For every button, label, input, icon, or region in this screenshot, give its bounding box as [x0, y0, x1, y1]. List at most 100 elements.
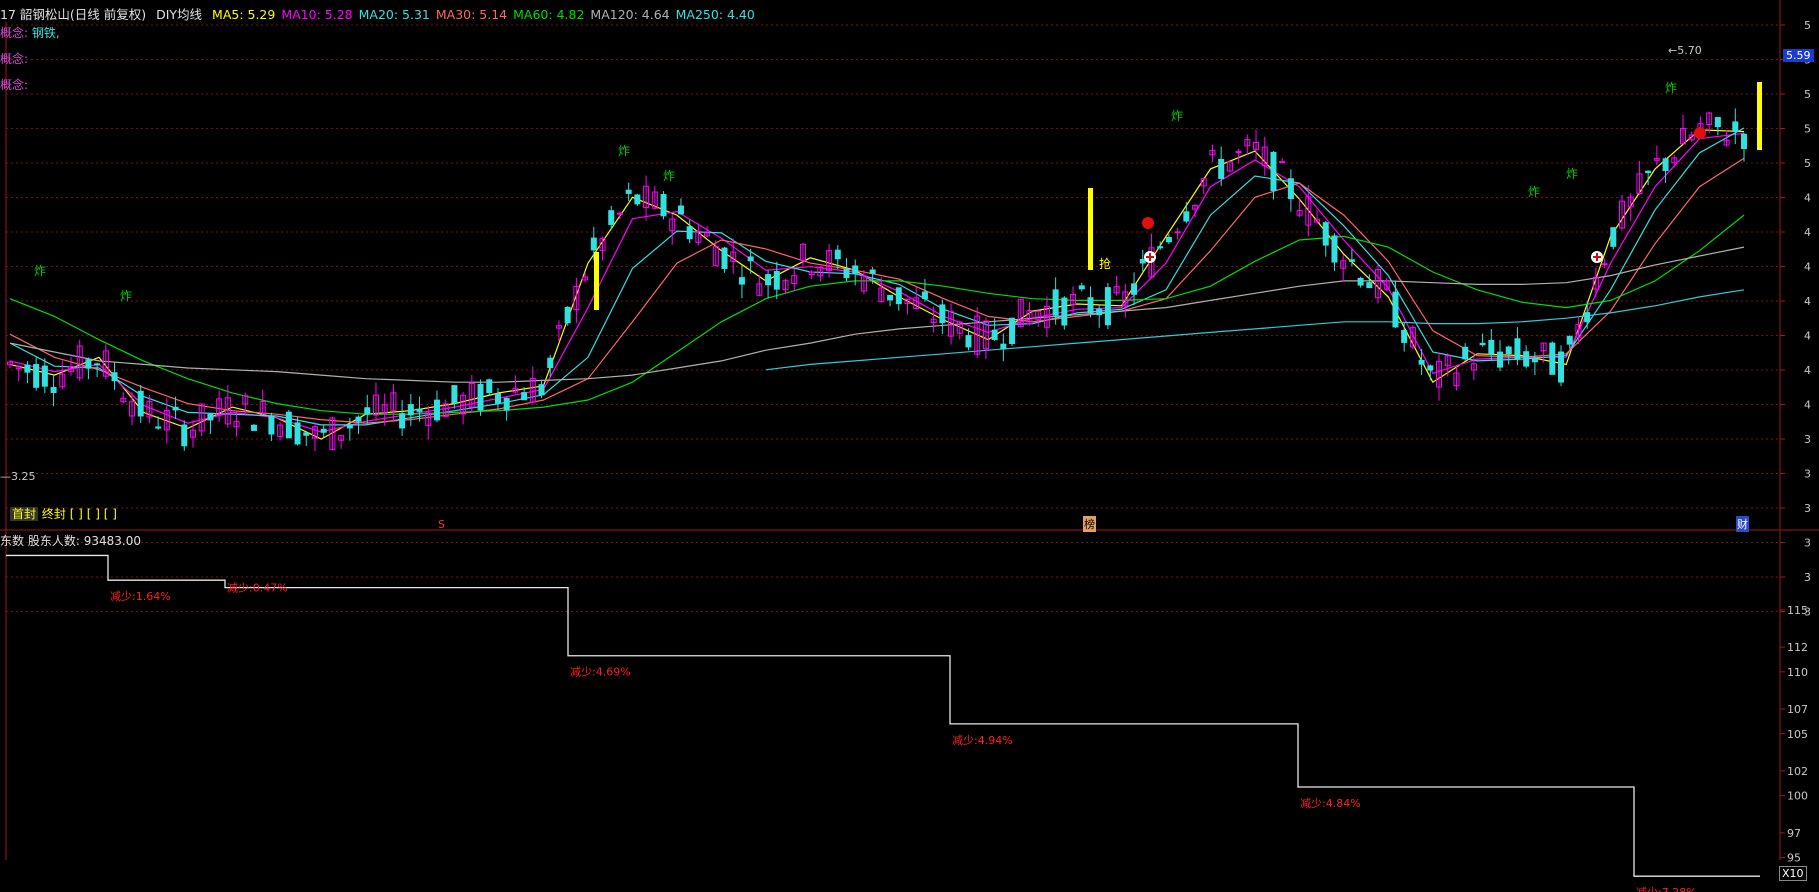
candle-body [991, 329, 998, 340]
candle-body [590, 237, 597, 251]
stock-chart-window: 555554444444333333炸炸炸炸炸炸炸炸抢1151121101071… [0, 0, 1819, 892]
first-seal-label: 首封 [10, 507, 39, 521]
signal-zha: 炸 [1528, 185, 1540, 199]
price-tick-label: 3 [1804, 468, 1811, 481]
candle-body [1427, 365, 1434, 371]
candle-body [538, 384, 545, 396]
candle-body [41, 365, 48, 387]
candle-body [1009, 317, 1016, 345]
candle-body [660, 194, 667, 217]
candle-body [399, 413, 406, 429]
signal-zha: 炸 [618, 144, 630, 158]
ma-line-ma20 [9, 127, 1745, 426]
signal-zha: 炸 [1665, 81, 1677, 95]
candle-body [285, 411, 292, 439]
sub-tick-label: 100 [1787, 790, 1808, 803]
shareholder-step-line [6, 554, 1760, 877]
candle-body [887, 294, 894, 301]
candle-body [921, 291, 928, 300]
signal-qiang: 抢 [1099, 256, 1111, 271]
final-seal-label: 终封 [41, 507, 66, 521]
candle-body [564, 306, 571, 324]
signal-zha: 炸 [34, 264, 46, 278]
candle-body [250, 424, 257, 431]
candle-body [407, 404, 414, 416]
candle-body [625, 189, 632, 194]
limit-up-bar [594, 252, 599, 310]
candle-body [1479, 342, 1486, 346]
candle-body [1218, 158, 1225, 179]
candle-body [1366, 282, 1373, 289]
candle-body [137, 390, 144, 417]
signal-zha: 炸 [120, 289, 132, 303]
scale-badge[interactable]: X10 [1779, 866, 1807, 881]
ma-line-ma250 [765, 289, 1745, 371]
shareholder-change-label: 减少:1.64% [110, 590, 171, 603]
ma-line-ma120 [9, 246, 1745, 383]
concept-value[interactable]: 钢铁, [32, 26, 60, 40]
candle-body [843, 268, 850, 279]
stock-title[interactable]: 17 韶钢松山(日线 前复权) [0, 7, 146, 22]
ma-line-ma10 [9, 132, 1745, 433]
price-tick-label: 3 [1804, 571, 1811, 584]
candle-body [773, 270, 780, 290]
price-tick-label: 4 [1804, 330, 1811, 343]
candle-body [1514, 338, 1521, 360]
ma-legend-item: MA250: 4.40 [675, 7, 755, 22]
candle-body [1235, 151, 1242, 154]
candle-body [50, 387, 57, 393]
candle-body [1714, 117, 1721, 128]
candle-body [503, 397, 510, 411]
candle-body [1392, 291, 1399, 328]
candle-body [303, 432, 310, 436]
candle-body [181, 424, 188, 447]
current-price-badge: 5.59 [1783, 49, 1814, 62]
candle-body [547, 357, 554, 369]
price-tick-label: 4 [1804, 364, 1811, 377]
ma-legend-item: MA120: 4.64 [590, 7, 670, 22]
bracket-1: [ ] [69, 507, 83, 521]
price-tick-label: 4 [1804, 261, 1811, 274]
candle-body [765, 274, 772, 286]
sub-tick-label: 95 [1787, 852, 1801, 865]
bracket-2: [ ] [86, 507, 100, 521]
concept-row-2: 概念: [0, 50, 28, 67]
candle-body [416, 408, 423, 412]
candle-body [686, 226, 693, 240]
candle-body [320, 428, 327, 433]
kline-chart[interactable]: 555554444444333333炸炸炸炸炸炸炸炸抢1151121101071… [0, 0, 1819, 892]
candle-body [268, 416, 275, 435]
ma-legend-item: MA20: 5.31 [358, 7, 430, 22]
candle-body [364, 407, 371, 415]
concept-row-3: 概念: [0, 76, 28, 93]
sub-tick-label: 107 [1787, 703, 1808, 716]
candle-body [207, 413, 214, 421]
ma-legend-item: MA30: 5.14 [435, 7, 508, 22]
candle-body [486, 379, 493, 394]
candle-body [494, 393, 501, 404]
ma-line-ma60 [9, 214, 1745, 415]
sub-tick-label: 105 [1787, 728, 1808, 741]
indicator-name[interactable]: DIY均线 [156, 7, 202, 22]
candle-body [1131, 283, 1138, 295]
shareholder-change-label: 减少:4.94% [952, 734, 1013, 747]
marker-bang[interactable]: 榜 [1083, 516, 1096, 532]
marker-cai[interactable]: 财 [1736, 516, 1749, 532]
candle-body [1418, 359, 1425, 365]
price-tick-label: 4 [1804, 399, 1811, 412]
ma-legend: MA5: 5.29 MA10: 5.28 MA20: 5.31 MA30: 5.14 M… [212, 7, 761, 22]
candle-body [1357, 277, 1364, 286]
candle-body [616, 212, 623, 215]
candle-body [1558, 351, 1565, 383]
price-tick-label: 3 [1804, 537, 1811, 550]
signal-zha: 炸 [663, 169, 675, 183]
marker-s[interactable]: S [438, 518, 445, 531]
candle-body [677, 205, 684, 215]
candle-body [1165, 236, 1172, 243]
candle-body [1601, 263, 1608, 266]
bracket-3: [ ] [103, 507, 117, 521]
candle-body [1157, 246, 1164, 249]
candle-body [111, 372, 118, 382]
sub-title: 股东人数: 93483.00 [27, 534, 141, 548]
chart-header: 17 韶钢松山(日线 前复权) DIY均线 MA5: 5.29 MA10: 5.2… [0, 4, 767, 24]
